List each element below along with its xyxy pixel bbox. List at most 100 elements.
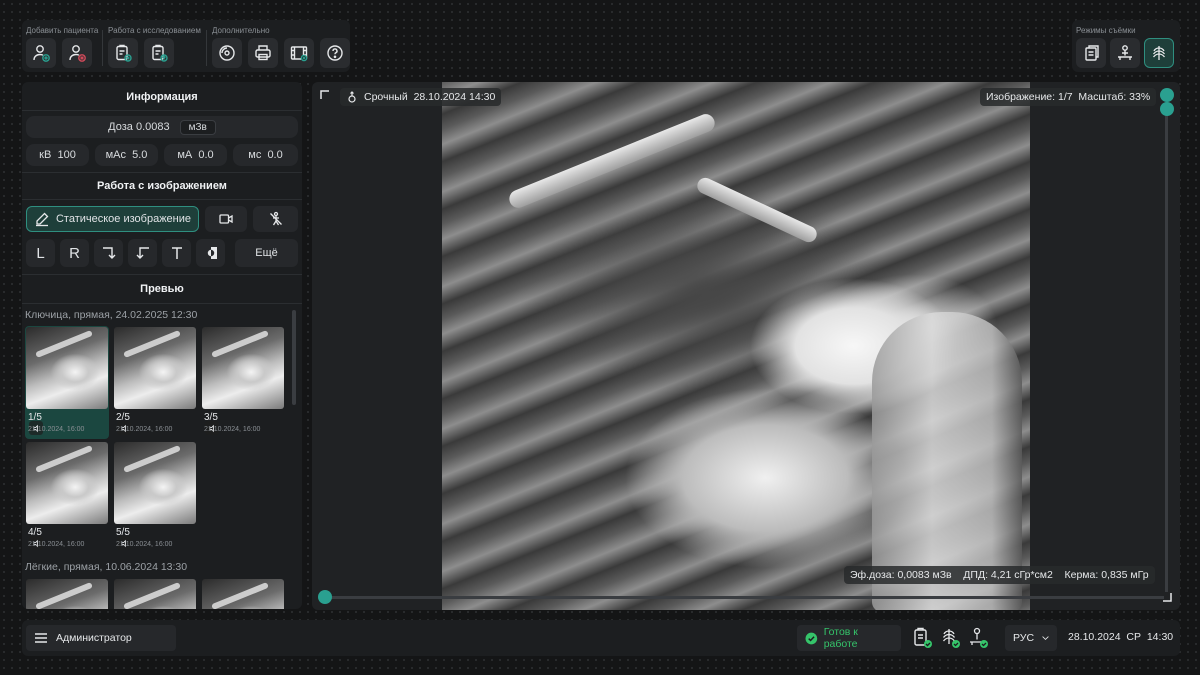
image-info-tag: Изображение: 1/7 Масштаб: 33%: [980, 88, 1157, 106]
vertical-slider-handle[interactable]: [1160, 88, 1174, 102]
preview-thumbnail[interactable]: [201, 578, 285, 609]
detector-ok-icon: [942, 629, 960, 648]
chest-xray-icon: [1152, 46, 1166, 60]
help-icon: [327, 45, 343, 61]
thumbnail-date: 21.10.2024, 16:00: [28, 426, 85, 433]
clock: 28.10.2024 СР 14:30: [1068, 631, 1173, 643]
dose-label: Доза: [108, 121, 133, 133]
thumbnail-image: [114, 579, 196, 609]
static-image-label: Статическое изображение: [55, 213, 192, 225]
add-patient-icon: [33, 45, 50, 62]
protocol-mode-button[interactable]: [1076, 38, 1106, 68]
language-value: РУС: [1013, 632, 1035, 644]
xray-image[interactable]: [442, 82, 1030, 610]
dose-field: Доза 0.0083 мЗв: [26, 116, 298, 138]
thumbnail-image: [26, 442, 108, 524]
zoom-level: Масштаб: 33%: [1078, 91, 1151, 103]
disc-icon: [219, 45, 235, 61]
vertical-slider-track[interactable]: [1165, 102, 1168, 592]
study-priority-tag: Срочный 28.10.2024 14:30: [340, 88, 502, 106]
study-title[interactable]: Ключица, прямая, 24.02.2025 12:30: [25, 309, 197, 321]
thumbnail-date: 21.10.2024, 16:00: [116, 541, 173, 548]
divider: [22, 199, 302, 200]
thumbnail-image: [202, 327, 284, 409]
chest-xray-mode-button[interactable]: [1144, 38, 1174, 68]
preview-thumbnail[interactable]: 4/5 21.10.2024, 16:00: [25, 441, 109, 554]
status-bar: Администратор Готов к работе РУС 28.10.2…: [22, 620, 1180, 656]
param-label: мАс: [105, 149, 126, 161]
add-study-button[interactable]: [108, 38, 138, 68]
preview-thumbnail[interactable]: 1/5 21.10.2024, 16:00: [25, 326, 109, 439]
thumbnail-number: 4/5: [28, 527, 42, 538]
print-icon: [255, 45, 271, 61]
help-button[interactable]: [320, 38, 350, 68]
divider: [22, 303, 302, 304]
image-viewer[interactable]: Срочный 28.10.2024 14:30 Изображение: 1/…: [312, 82, 1180, 610]
preview-thumbnail[interactable]: [25, 578, 109, 609]
rotate-right-button[interactable]: [94, 239, 123, 267]
param-value: 0.0: [198, 149, 214, 161]
rotate-left-button[interactable]: [128, 239, 157, 267]
export-study-button[interactable]: [144, 38, 174, 68]
user-menu-button[interactable]: Администратор: [26, 625, 176, 651]
priority-label: Срочный: [364, 91, 408, 103]
param-value: 100: [57, 149, 76, 161]
preview-thumbnail[interactable]: 5/5 21.10.2024, 16:00: [113, 441, 197, 554]
preview-thumbnail[interactable]: 2/5 21.10.2024, 16:00: [113, 326, 197, 439]
preview-thumbnail[interactable]: [113, 578, 197, 609]
effective-dose: Эф.доза: 0,0083 мЗв: [850, 569, 952, 581]
text-tool-button[interactable]: [162, 239, 191, 267]
marker-l-button[interactable]: L: [26, 239, 55, 267]
menu-icon: [35, 633, 47, 643]
current-time: 14:30: [1146, 631, 1174, 643]
param-kv: кВ 100: [26, 144, 89, 166]
protocol-ok-icon: [914, 627, 932, 648]
film-button[interactable]: [284, 38, 314, 68]
horizontal-slider-handle[interactable]: [318, 590, 332, 604]
dose-unit-select[interactable]: мЗв: [179, 119, 216, 135]
thumbnail-date: 21.10.2024, 16:00: [116, 426, 173, 433]
patient-table-mode-button[interactable]: [1110, 38, 1140, 68]
clavicle-shape: [694, 175, 820, 245]
invert-button[interactable]: [196, 239, 225, 267]
patient-table-icon: [1118, 45, 1132, 60]
print-button[interactable]: [248, 38, 278, 68]
horizontal-slider-track[interactable]: [324, 596, 1164, 599]
disc-button[interactable]: [212, 38, 242, 68]
add-patient-button[interactable]: [26, 38, 56, 68]
video-camera-icon: [219, 214, 233, 224]
toolbar-separator: [206, 30, 207, 66]
skeleton-button[interactable]: [253, 206, 298, 232]
preview-scrollbar[interactable]: [292, 310, 296, 405]
static-image-button[interactable]: Статическое изображение: [26, 206, 199, 232]
remove-patient-icon: [69, 45, 86, 62]
param-value: 5.0: [132, 149, 148, 161]
status-text: Готов к работе: [823, 626, 858, 650]
thumbnail-number: 1/5: [28, 412, 42, 423]
param-mas: мАс 5.0: [95, 144, 158, 166]
param-value: 0.0: [267, 149, 283, 161]
generator-ok-icon: [970, 627, 988, 648]
remove-patient-button[interactable]: [62, 38, 92, 68]
user-name: Администратор: [56, 632, 132, 644]
study-time: 14:30: [469, 91, 496, 103]
kerma-value: Керма: 0,835 мГр: [1064, 569, 1149, 581]
toolbar-separator: [102, 30, 103, 66]
divider: [22, 274, 302, 275]
more-button[interactable]: Ещё: [235, 239, 298, 267]
film-icon: [290, 46, 308, 62]
export-study-icon: [152, 44, 168, 62]
study-title[interactable]: Лёгкие, прямая, 10.06.2024 13:30: [25, 561, 187, 573]
image-work-title: Работа с изображением: [97, 180, 227, 192]
video-button[interactable]: [205, 206, 247, 232]
preview-thumbnail[interactable]: 3/5 21.10.2024, 16:00: [201, 326, 285, 439]
language-select[interactable]: РУС: [1005, 625, 1057, 651]
divider: [22, 172, 302, 173]
check-circle-icon: [805, 632, 818, 644]
info-title: Информация: [126, 91, 198, 103]
current-date: 28.10.2024: [1068, 631, 1121, 643]
text-icon: [171, 247, 182, 259]
vertical-slider-handle[interactable]: [1160, 102, 1174, 116]
marker-r-button[interactable]: R: [60, 239, 89, 267]
thumbnail-image: [26, 327, 108, 409]
